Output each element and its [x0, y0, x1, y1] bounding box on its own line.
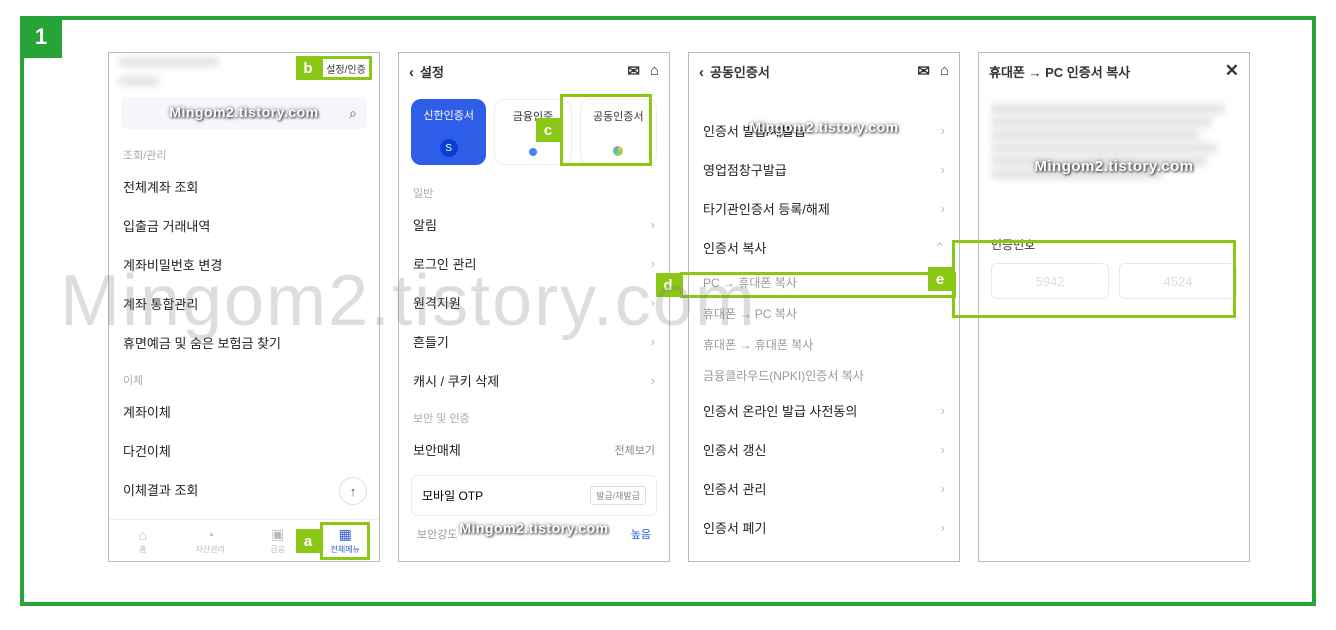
- search-input[interactable]: Mingom2.tistory.com ⌕: [121, 97, 367, 129]
- chevron-right-icon: ›: [941, 442, 945, 457]
- menu-item[interactable]: 영업점창구발급›: [689, 150, 959, 189]
- phone-3: ‹ 공동인증서 ✉ ⌂ 인증서 발급/재발급› Mingom2.tistory.co…: [688, 52, 960, 562]
- page-title: 설정: [420, 65, 444, 80]
- chevron-right-icon: ›: [941, 520, 945, 535]
- chevron-right-icon: ›: [651, 217, 655, 232]
- annotation-e: e: [928, 240, 1236, 318]
- menu-item[interactable]: 원격지원›: [399, 283, 669, 322]
- cert-icon: S: [440, 139, 458, 157]
- menu-sub-item[interactable]: 휴대폰 → PC 복사: [689, 298, 959, 329]
- finance-icon: ▣: [271, 526, 284, 543]
- phone2-header: ‹ 설정 ✉ ⌂: [399, 53, 669, 89]
- menu-item[interactable]: 휴면예금 및 숨은 보험금 찾기: [109, 323, 379, 362]
- home-icon: ⌂: [139, 527, 147, 543]
- menu-item[interactable]: 캐시 / 쿠키 삭제›: [399, 361, 669, 400]
- close-icon[interactable]: ✕: [1225, 61, 1239, 81]
- page-title: 휴대폰 → PC 인증서 복사: [989, 62, 1130, 81]
- menu-item[interactable]: 인증서 갱신›: [689, 430, 959, 469]
- scroll-top-button[interactable]: ↑: [339, 477, 367, 505]
- chevron-right-icon: ›: [941, 403, 945, 418]
- section-label: 이체: [109, 362, 379, 392]
- back-icon[interactable]: ‹: [409, 64, 414, 81]
- chevron-right-icon: ›: [941, 123, 945, 138]
- chevron-right-icon: ›: [651, 295, 655, 310]
- menu-item[interactable]: 계좌 통합관리: [109, 284, 379, 323]
- back-icon[interactable]: ‹: [699, 64, 704, 81]
- asset-icon: ◔: [206, 527, 214, 543]
- menu-item[interactable]: 입출금 거래내역: [109, 206, 379, 245]
- menu-item[interactable]: 인증서 온라인 발급 사전동의›: [689, 391, 959, 430]
- chevron-right-icon: ›: [941, 201, 945, 216]
- search-icon: ⌕: [349, 105, 357, 122]
- section-label: 조회/관리: [109, 137, 379, 167]
- menu-item-expand[interactable]: 인증서 복사⌃: [689, 228, 959, 267]
- menu-item[interactable]: 인증서 폐기›: [689, 508, 959, 547]
- menu-item[interactable]: 인증서 관리›: [689, 469, 959, 508]
- chevron-right-icon: ›: [651, 373, 655, 388]
- menu-item[interactable]: 흔들기›: [399, 322, 669, 361]
- menu-sub-item[interactable]: 금융클라우드(NPKI)인증서 복사: [689, 360, 959, 391]
- chat-icon[interactable]: ✉: [917, 62, 930, 80]
- nav-home[interactable]: ⌂홈: [109, 520, 177, 561]
- annotation-d: d: [656, 272, 956, 298]
- home-icon[interactable]: ⌂: [940, 62, 949, 80]
- home-icon[interactable]: ⌂: [650, 62, 659, 80]
- phone3-header: ‹ 공동인증서 ✉ ⌂: [689, 53, 959, 89]
- otp-badge: 발급/재발급: [590, 486, 646, 505]
- menu-item[interactable]: 타기관인증서 등록/해제›: [689, 189, 959, 228]
- menu-item[interactable]: 보안매체전체보기: [399, 430, 669, 469]
- otp-row[interactable]: 모바일 OTP 발급/재발급: [411, 475, 657, 516]
- section-label: 보안 및 인증: [399, 400, 669, 430]
- phone4-header: 휴대폰 → PC 인증서 복사 ✕: [979, 53, 1249, 89]
- menu-item[interactable]: 휴대폰 인증서 서비스(UBIkey)›: [689, 547, 959, 562]
- menu-item[interactable]: 인증서 발급/재발급› Mingom2.tistory.com: [689, 111, 959, 150]
- section-label: 일반: [399, 175, 669, 205]
- menu-item[interactable]: 계좌비밀번호 변경: [109, 245, 379, 284]
- nav-asset[interactable]: ◔자산관리: [177, 520, 245, 561]
- annotation-c: c: [536, 94, 652, 166]
- chevron-right-icon: ›: [941, 559, 945, 562]
- chevron-right-icon: ›: [651, 334, 655, 349]
- menu-item[interactable]: 계좌이체: [109, 392, 379, 431]
- chevron-right-icon: ›: [651, 256, 655, 271]
- settings-auth-button[interactable]: 설정/인증: [320, 56, 372, 80]
- chevron-right-icon: ›: [941, 162, 945, 177]
- phone-1: Mingom2.tistory.com ⌕ 조회/관리 전체계좌 조회 입출금 …: [108, 52, 380, 562]
- page-title: 공동인증서: [710, 65, 770, 80]
- watermark: Mingom2.tistory.com: [121, 104, 367, 120]
- cert-tab-shinhan[interactable]: 신한인증서 S: [411, 99, 486, 165]
- annotation-a: a: [296, 522, 370, 560]
- menu-item[interactable]: 전체계좌 조회: [109, 167, 379, 206]
- menu-item[interactable]: 알림›: [399, 205, 669, 244]
- menu-item[interactable]: 로그인 관리›: [399, 244, 669, 283]
- chevron-right-icon: ›: [941, 481, 945, 496]
- menu-item[interactable]: 다건이체: [109, 431, 379, 470]
- chat-icon[interactable]: ✉: [627, 62, 640, 80]
- annotation-b: b 설정/인증: [296, 56, 372, 80]
- step-number-badge: 1: [20, 16, 62, 58]
- menu-sub-item[interactable]: 휴대폰 → 휴대폰 복사: [689, 329, 959, 360]
